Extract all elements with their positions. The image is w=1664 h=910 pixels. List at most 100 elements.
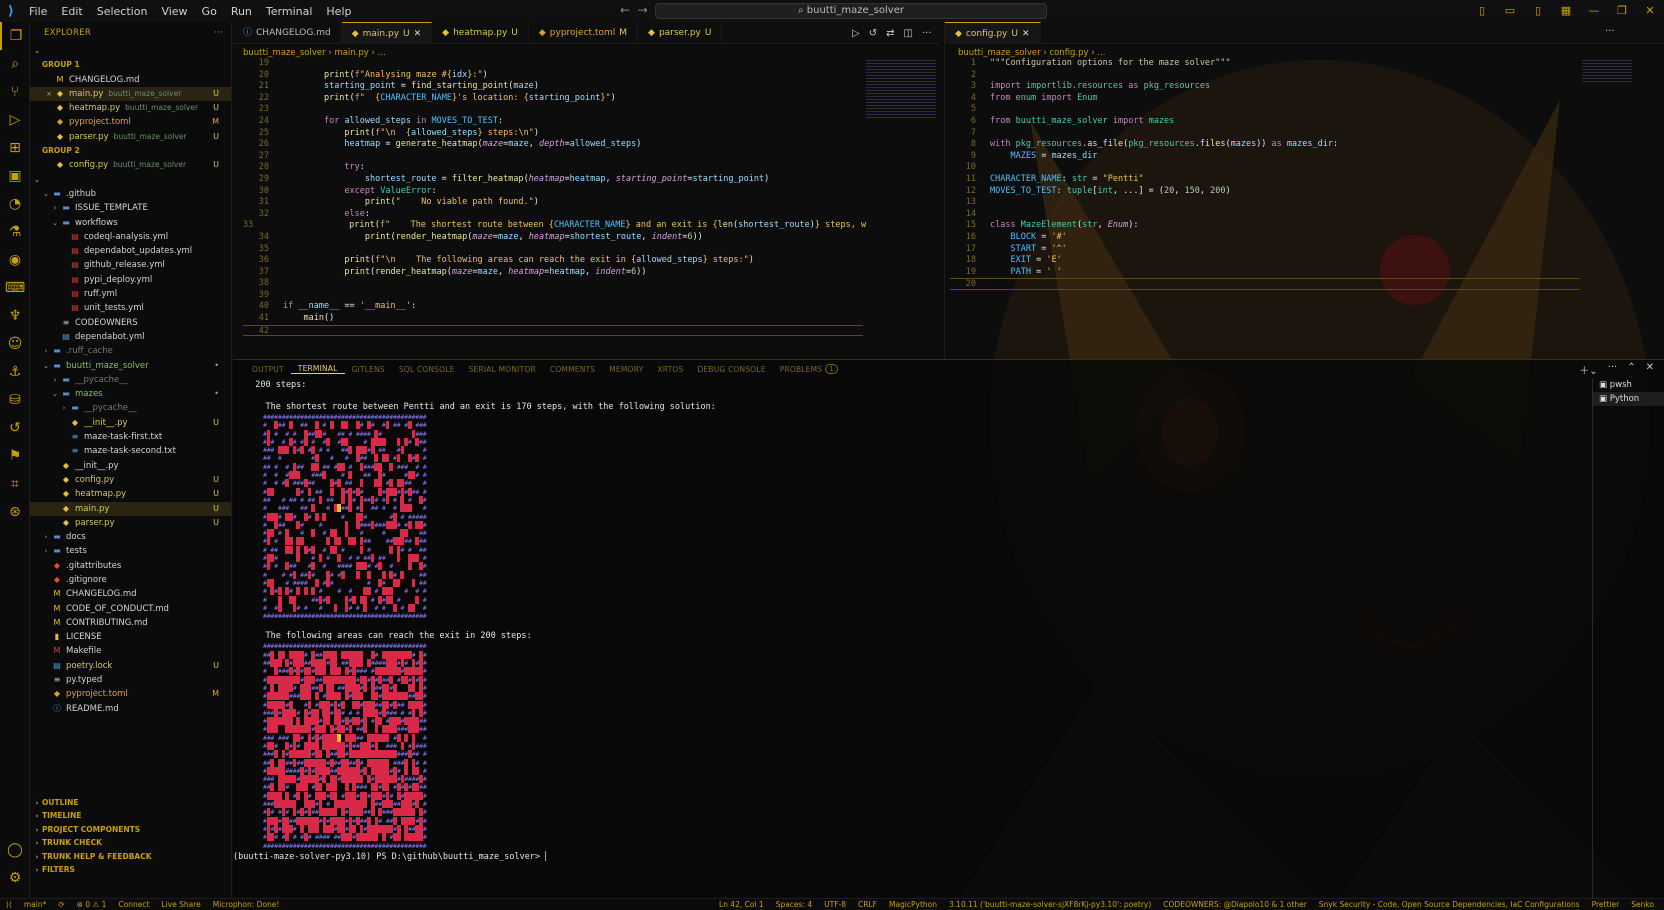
tag-icon[interactable]: ⌗ [0,470,30,498]
history-icon[interactable]: ↺ [0,414,30,442]
status-item-left[interactable]: Live Share [155,900,206,909]
command-center-search[interactable]: ⌕ buutti_maze_solver [655,3,1047,19]
search-icon[interactable]: ⌕ [0,50,30,78]
file-item[interactable]: M CODE_OF_CONDUCT.md [30,602,231,616]
restore-icon[interactable]: ❐ [1608,0,1636,22]
file-item[interactable]: ◆ main.py U [30,501,231,516]
terminal-icon[interactable]: ⌨ [0,274,30,302]
open-editors-section[interactable]: ⌄ [30,44,231,58]
status-item-right[interactable]: MagicPython [883,900,943,909]
panel-tab-memory[interactable]: MEMORY [602,365,650,374]
file-item[interactable]: ▤ dependabot_updates.yml [30,244,231,258]
close-icon[interactable]: × [44,87,54,101]
file-item[interactable]: M Makefile [30,644,231,658]
file-item[interactable]: ◆ heatmap.py U [30,487,231,501]
minimize-icon[interactable]: — [1580,0,1608,22]
file-item[interactable]: ▤ ruff.yml [30,287,231,301]
file-item[interactable]: ▤ unit_tests.yml [30,301,231,315]
file-item[interactable]: ▮ LICENSE [30,630,231,644]
menu-help[interactable]: Help [319,5,358,18]
code-editor-main[interactable]: 19 20 print(f"Analysing maze #{idx}:") 21 … [243,58,866,337]
close-icon[interactable]: ✕ [1022,29,1030,39]
editor-group-label[interactable]: GROUP 1 [30,58,231,72]
file-item[interactable]: ◆ config.py U [30,473,231,487]
snyk-icon[interactable]: ⊛ [0,498,30,526]
status-item-right[interactable]: UTF-8 [818,900,852,909]
status-item-right[interactable]: 3.10.11 ('buutti-maze-solver-sjXF8rKj-py… [943,900,1157,909]
breadcrumb-item[interactable]: buutti_maze_solver [958,48,1041,58]
menu-terminal[interactable]: Terminal [259,5,320,18]
sidebar-section-trunk-help-feedback[interactable]: › TRUNK HELP & FEEDBACK [30,850,231,864]
panel-tab-debug-console[interactable]: DEBUG CONSOLE [690,365,772,374]
menu-file[interactable]: File [22,5,54,18]
file-item[interactable]: M CHANGELOG.md [30,587,231,601]
panel-tab-output[interactable]: OUTPUT [245,365,291,374]
folder-item[interactable]: › ▬ __pycache__ [30,373,231,387]
trunk-icon[interactable]: ♆ [0,302,30,330]
account-icon[interactable]: ◯ [0,836,30,864]
folder-item[interactable]: ⌄ ▬ mazes • [30,387,231,401]
status-item-right[interactable]: CRLF [852,900,883,909]
remote-explorer-icon[interactable]: ▣ [0,162,30,190]
terminal-output[interactable]: 200 steps: The shortest route between Pe… [233,380,716,863]
minimap-right[interactable] [1582,60,1632,84]
status-item-left[interactable]: Microphon: Done! [207,900,286,909]
breadcrumb-item[interactable]: main.py [334,48,368,58]
file-item[interactable]: ◆ .gitignore [30,573,231,587]
status-item-left[interactable]: ⟳ [52,900,70,909]
editor-group-label[interactable]: GROUP 2 [30,144,231,158]
compare-icon[interactable]: ⇄ [886,28,894,39]
open-editor-item[interactable]: ◆ pyproject.toml M [30,115,231,129]
folder-item[interactable]: ⌄ ▬ .github [30,187,231,201]
run-icon[interactable]: ▷ [852,28,860,39]
folder-item[interactable]: ⌄ ▬ buutti_maze_solver • [30,359,231,373]
breadcrumb-item[interactable]: ... [1097,48,1105,58]
editor-tab[interactable]: ⓘ CHANGELOG.md [233,22,342,44]
terminal-instance-pwsh[interactable]: ▣ pwsh [1593,378,1664,392]
new-terminal-icon[interactable]: ＋⌄ [1579,362,1597,377]
menu-run[interactable]: Run [224,5,259,18]
settings-gear-icon[interactable]: ⚙ [0,864,30,892]
status-item-left[interactable]: main* [18,900,53,909]
panel-tab-gitlens[interactable]: GITLENS [345,365,392,374]
flag-icon[interactable]: ⚑ [0,442,30,470]
code-editor-config[interactable]: 1 """Configuration options for the maze s… [950,58,1580,290]
extensions-icon[interactable]: ⊞ [0,134,30,162]
testing-icon[interactable]: ⚗ [0,218,30,246]
gitlens-icon[interactable]: ◔ [0,190,30,218]
file-item[interactable]: ▤ dependabot.yml [30,330,231,344]
file-item[interactable]: ▤ pypi_deploy.yml [30,273,231,287]
secondary-sidebar-icon[interactable]: ▯ [1524,0,1552,22]
folder-item[interactable]: › ▬ .ruff_cache [30,344,231,358]
status-item-right[interactable]: Snyk Security - Code, Open Source Depend… [1313,900,1586,909]
terminal-instance-python[interactable]: ▣ Python [1593,392,1664,406]
panel-tab-sql-console[interactable]: SQL CONSOLE [392,365,462,374]
status-item-right[interactable]: Senko [1625,900,1660,909]
sidebar-section-trunk-check[interactable]: › TRUNK CHECK [30,837,231,851]
menu-view[interactable]: View [154,5,194,18]
status-item-right[interactable]: Prettier [1586,900,1626,909]
status-item-left[interactable]: ⊗ 0 ⚠ 1 [71,900,113,909]
file-item[interactable]: ⓘ README.md [30,702,231,716]
more-icon[interactable]: ··· [1608,362,1618,377]
breadcrumb-item[interactable]: buutti_maze_solver [243,48,326,58]
folder-item[interactable]: › ▬ tests [30,544,231,558]
status-item-left[interactable]: Connect [112,900,155,909]
file-item[interactable]: ▤ codeql-analysis.yml [30,230,231,244]
menu-go[interactable]: Go [195,5,224,18]
project-section[interactable]: ⌄ [30,173,231,187]
file-item[interactable]: ◆ __init__.py [30,459,231,473]
editor-divider[interactable] [944,22,945,359]
maximize-panel-icon[interactable]: ⌃ [1627,362,1635,377]
status-item-right[interactable]: Ln 42, Col 1 [713,900,770,909]
menu-selection[interactable]: Selection [90,5,155,18]
breadcrumb-item[interactable]: config.py [1049,48,1088,58]
open-editor-item[interactable]: × ◆ main.py buutti_maze_solver U [30,86,231,102]
docker-icon[interactable]: ⚓ [0,358,30,386]
breadcrumb-item[interactable]: ... [378,48,386,58]
close-panel-icon[interactable]: ✕ [1646,362,1654,377]
file-item[interactable]: ◆ parser.py U [30,516,231,530]
panel-tab-terminal[interactable]: TERMINAL [290,364,345,374]
sidebar-section-timeline[interactable]: › TIMELINE [30,810,231,824]
file-item[interactable]: ▤ github_release.yml [30,258,231,272]
